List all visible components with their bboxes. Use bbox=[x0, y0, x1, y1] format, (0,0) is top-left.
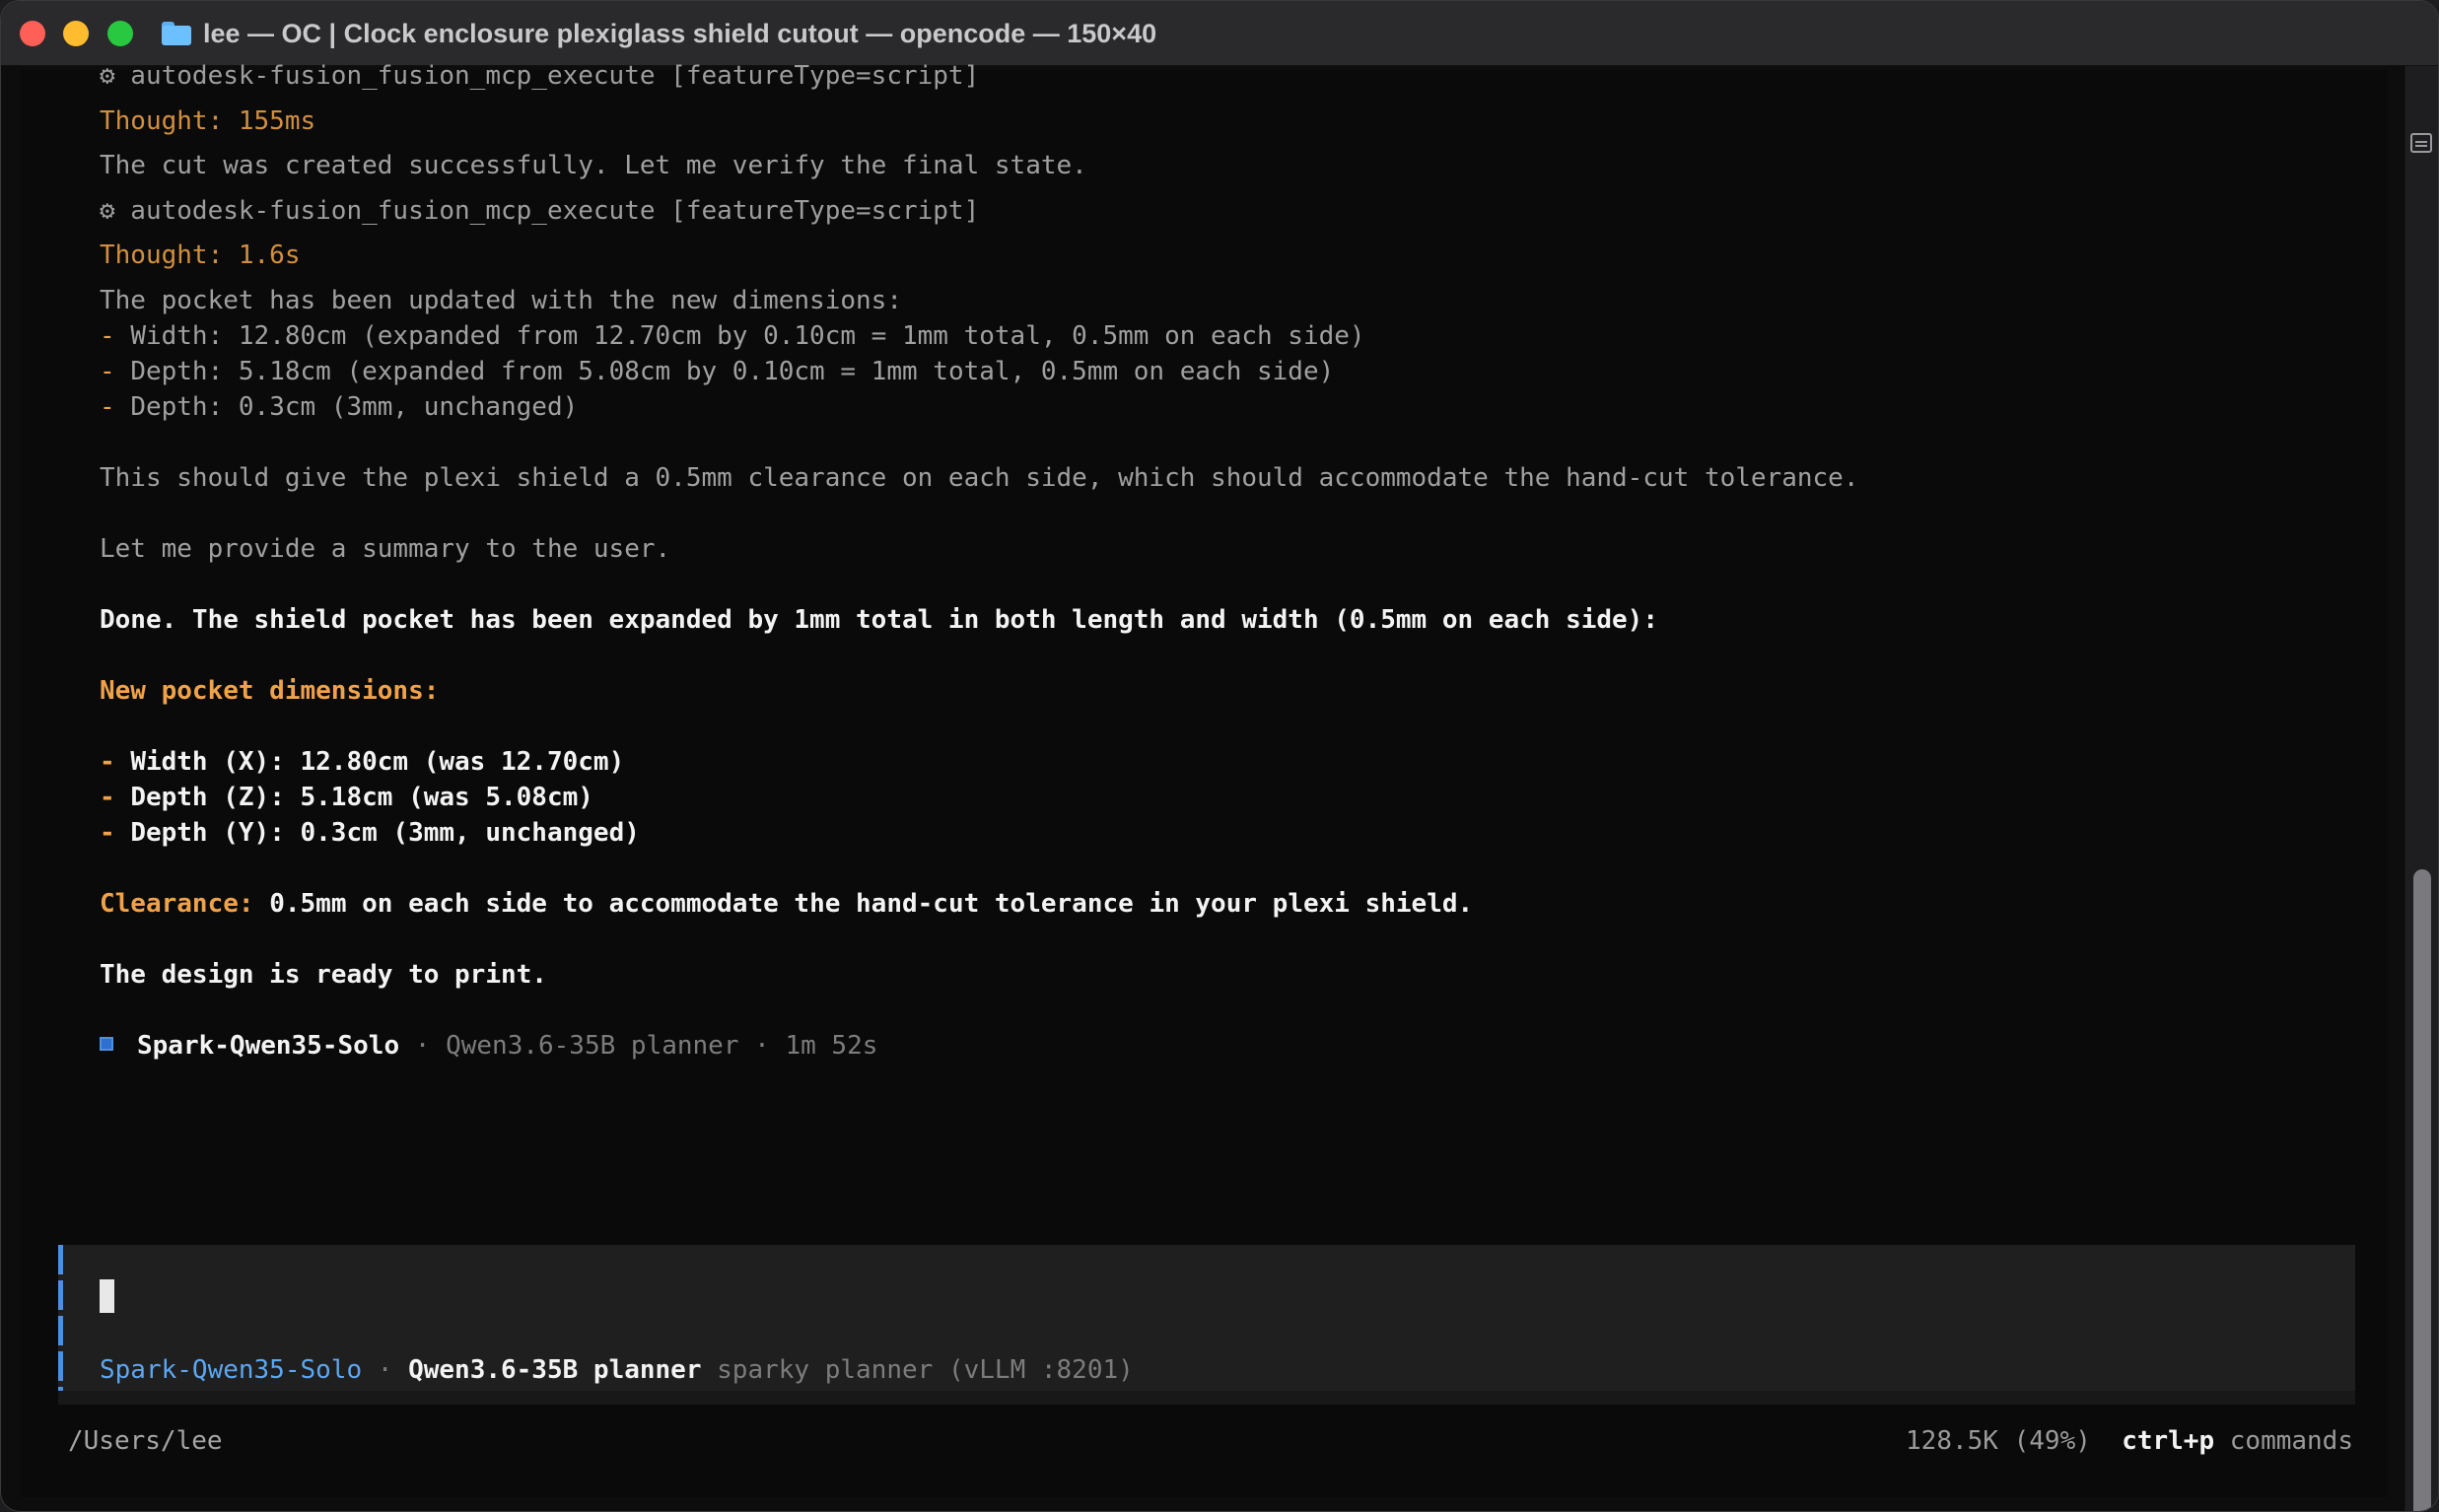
terminal-content: ⚙ autodesk-fusion_fusion_mcp_execute [fe… bbox=[20, 61, 2388, 1497]
thought-line: Thought: 1.6s bbox=[100, 241, 301, 270]
title-bar: lee — OC | Clock enclosure plexiglass sh… bbox=[1, 1, 2438, 66]
bullet-text: Width: 12.80cm (expanded from 12.70cm by… bbox=[130, 321, 1365, 351]
folder-icon bbox=[162, 22, 191, 45]
prompt-bottom-border bbox=[58, 1391, 2355, 1405]
reasoning-text: The cut was created successfully. Let me… bbox=[100, 151, 1087, 180]
maximize-window-button[interactable] bbox=[107, 21, 133, 46]
prompt-agent-name[interactable]: Spark-Qwen35-Solo bbox=[100, 1355, 362, 1385]
bullet-marker: - bbox=[100, 392, 115, 422]
token-usage: 128.5K (49%) bbox=[1906, 1426, 2091, 1456]
reasoning-text: The pocket has been updated with the new… bbox=[100, 286, 902, 315]
prompt-model-name[interactable]: Qwen3.6-35B planner bbox=[408, 1355, 701, 1385]
answer-bullet: - Depth (Y): 0.3cm (3mm, unchanged) bbox=[100, 815, 640, 851]
agent-name: Spark-Qwen35-Solo bbox=[137, 1031, 400, 1061]
window-title: lee — OC | Clock enclosure plexiglass sh… bbox=[203, 18, 1157, 48]
bullet-text: Depth (Y): 0.3cm (3mm, unchanged) bbox=[130, 818, 640, 848]
answer-bullet: - Depth (Z): 5.18cm (was 5.08cm) bbox=[100, 780, 593, 815]
text-cursor bbox=[100, 1279, 114, 1313]
answer-text: Done. The shield pocket has been expande… bbox=[100, 605, 1658, 635]
separator: · bbox=[362, 1355, 409, 1385]
reasoning-bullet: - Depth: 5.18cm (expanded from 5.08cm by… bbox=[100, 354, 1334, 389]
status-path: /Users/lee bbox=[68, 1426, 223, 1456]
window-title-group: lee — OC | Clock enclosure plexiglass sh… bbox=[162, 15, 1156, 52]
model-footer: Spark-Qwen35-Solo · Qwen3.6-35B planner … bbox=[100, 1028, 877, 1064]
prompt-provider: sparky planner (vLLM :8201) bbox=[717, 1355, 1134, 1385]
bullet-marker: - bbox=[100, 747, 115, 777]
tool-call-line: ⚙ autodesk-fusion_fusion_mcp_execute [fe… bbox=[100, 196, 980, 226]
reasoning-bullet: - Width: 12.80cm (expanded from 12.70cm … bbox=[100, 318, 1365, 354]
reasoning-text: Let me provide a summary to the user. bbox=[100, 534, 671, 564]
bullet-marker: - bbox=[100, 357, 115, 386]
close-window-button[interactable] bbox=[20, 21, 45, 46]
clearance-text: 0.5mm on each side to accommodate the ha… bbox=[253, 889, 1474, 919]
minimize-window-button[interactable] bbox=[63, 21, 89, 46]
answer-text: The design is ready to print. bbox=[100, 960, 547, 990]
shortcut-label[interactable]: commands bbox=[2230, 1426, 2353, 1456]
status-right: 128.5K (49%) ctrl+p commands bbox=[1906, 1423, 2353, 1459]
bullet-text: Depth: 0.3cm (3mm, unchanged) bbox=[130, 392, 579, 422]
bullet-marker: - bbox=[100, 818, 115, 848]
answer-heading: New pocket dimensions: bbox=[100, 676, 440, 706]
response-duration: 1m 52s bbox=[785, 1031, 878, 1061]
scrollbar-thumb[interactable] bbox=[2413, 869, 2431, 1511]
reasoning-bullet: - Depth: 0.3cm (3mm, unchanged) bbox=[100, 389, 578, 425]
prompt-accent-bar bbox=[58, 1245, 63, 1399]
tool-call-line: ⚙ autodesk-fusion_fusion_mcp_execute [fe… bbox=[100, 61, 980, 91]
bullet-marker: - bbox=[100, 783, 115, 812]
shortcut-key: ctrl+p bbox=[2122, 1426, 2215, 1456]
clearance-label: Clearance: bbox=[100, 889, 254, 919]
prompt-model-line: Spark-Qwen35-Solo · Qwen3.6-35B planner … bbox=[100, 1352, 1134, 1388]
answer-bullet: - Width (X): 12.80cm (was 12.70cm) bbox=[100, 744, 624, 780]
clearance-line: Clearance: 0.5mm on each side to accommo… bbox=[100, 886, 1473, 922]
bullet-marker: - bbox=[100, 321, 115, 351]
bullet-text: Depth: 5.18cm (expanded from 5.08cm by 0… bbox=[130, 357, 1335, 386]
bullet-text: Width (X): 12.80cm (was 12.70cm) bbox=[130, 747, 625, 777]
agent-square-icon bbox=[100, 1036, 113, 1051]
reasoning-text: This should give the plexi shield a 0.5m… bbox=[100, 463, 1859, 493]
terminal-window: lee — OC | Clock enclosure plexiglass sh… bbox=[0, 0, 2439, 1512]
sidebar-toggle-icon[interactable] bbox=[2410, 133, 2432, 153]
window-scrollbar[interactable] bbox=[2404, 66, 2438, 1511]
bullet-text: Depth (Z): 5.18cm (was 5.08cm) bbox=[130, 783, 593, 812]
thought-line: Thought: 155ms bbox=[100, 106, 316, 136]
separator: · bbox=[399, 1031, 447, 1061]
separator: · bbox=[738, 1031, 786, 1061]
model-name: Qwen3.6-35B planner bbox=[446, 1031, 739, 1061]
